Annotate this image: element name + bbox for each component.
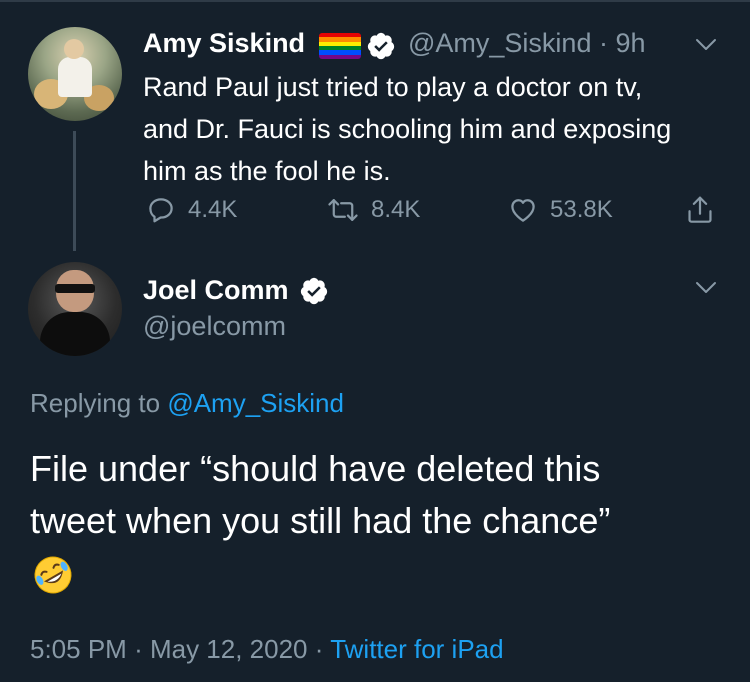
rainbow-flag-icon	[319, 33, 361, 59]
parent-tweet-text: Rand Paul just tried to play a doctor on…	[143, 66, 733, 192]
parent-time[interactable]: 9h	[616, 28, 646, 58]
rolling-on-floor-laughing-emoji	[34, 556, 72, 594]
replying-prefix: Replying to	[30, 388, 161, 418]
share-icon	[688, 196, 712, 223]
replying-to-link[interactable]: @Amy_Siskind	[167, 388, 344, 418]
chevron-down-icon[interactable]	[695, 281, 717, 295]
like-button[interactable]: 53.8K	[508, 192, 613, 228]
tweet-text-line: Rand Paul just tried to play a doctor on…	[143, 72, 643, 102]
retweet-button[interactable]: 8.4K	[327, 192, 420, 228]
tweet-source-link[interactable]: Twitter for iPad	[330, 634, 503, 664]
parent-handle-time: @Amy_Siskind · 9h	[408, 28, 646, 59]
top-divider	[0, 0, 750, 2]
reply-handle[interactable]: @joelcomm	[143, 311, 286, 342]
heart-icon	[511, 199, 535, 222]
retweet-icon	[328, 199, 358, 221]
reply-count: 4.4K	[188, 196, 238, 223]
tweet-text-line: and Dr. Fauci is schooling him and expos…	[143, 114, 672, 144]
parent-handle[interactable]: @Amy_Siskind	[408, 28, 591, 58]
tweet-text-line: File under “should have deleted this	[30, 448, 601, 489]
tweet-date[interactable]: May 12, 2020	[150, 634, 308, 664]
avatar-detail	[40, 312, 110, 356]
avatar-detail	[64, 39, 84, 59]
avatar-detail	[55, 284, 95, 293]
tweet-text-line: tweet when you still had the chance”	[30, 500, 611, 541]
avatar-joel-comm[interactable]	[28, 262, 122, 356]
separator: ·	[598, 28, 608, 58]
tweet-text-line: him as the fool he is.	[143, 156, 391, 186]
thread-connector-line	[73, 131, 76, 251]
reply-button[interactable]: 4.4K	[146, 192, 237, 228]
replying-to-line: Replying to @Amy_Siskind	[30, 388, 344, 419]
tweet-timestamp-line: 5:05 PM · May 12, 2020 · Twitter for iPa…	[30, 634, 504, 665]
reply-tweet-text: File under “should have deleted this twe…	[30, 443, 730, 547]
verified-badge-icon	[367, 32, 395, 60]
avatar-detail	[58, 57, 92, 97]
retweet-count: 8.4K	[371, 196, 421, 223]
reply-icon	[149, 198, 173, 223]
avatar-amy-siskind[interactable]	[28, 27, 122, 121]
reply-display-name[interactable]: Joel Comm	[143, 275, 289, 306]
verified-badge-icon	[300, 277, 328, 305]
tweet-time[interactable]: 5:05 PM	[30, 634, 127, 664]
separator: ·	[314, 634, 324, 664]
separator: ·	[134, 634, 143, 664]
share-button[interactable]	[685, 192, 727, 228]
chevron-down-icon[interactable]	[695, 38, 717, 52]
like-count: 53.8K	[550, 196, 613, 223]
parent-display-name[interactable]: Amy Siskind	[143, 28, 305, 59]
